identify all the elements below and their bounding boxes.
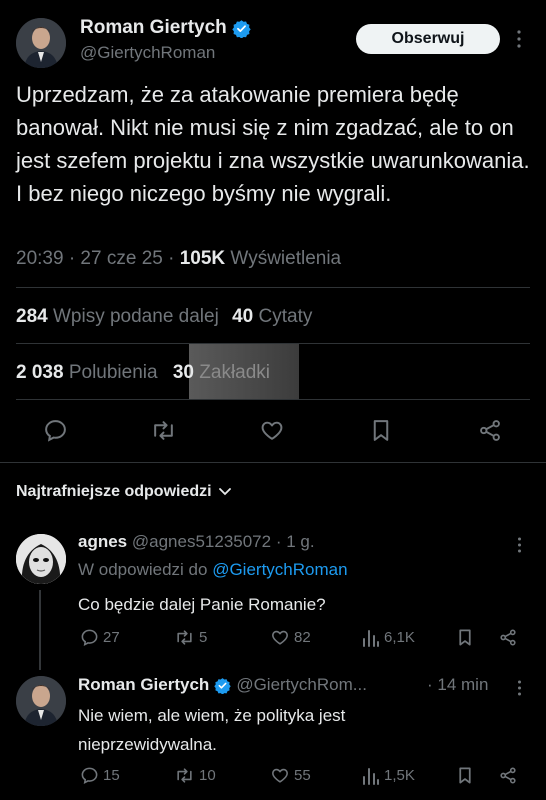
quotes-stat[interactable]: 40 Cytaty (232, 306, 312, 327)
more-options-icon[interactable] (516, 30, 522, 53)
author-handle[interactable]: @GiertychRoman (80, 43, 215, 63)
replies-sort-dropdown[interactable]: Najtrafniejsze odpowiedzi (16, 483, 231, 501)
reply-time[interactable]: · 14 min (427, 675, 488, 695)
reposts-count: 284 (16, 306, 48, 327)
reply-action[interactable]: 27 (80, 628, 120, 647)
divider (0, 462, 546, 463)
reply-text: Co będzie dalej Panie Romanie? (78, 595, 326, 614)
like-icon (272, 630, 288, 645)
reply-time[interactable]: · 1 g. (276, 532, 315, 551)
thread-line (39, 590, 41, 670)
reply-icon[interactable] (43, 418, 68, 448)
replies-sort-label: Najtrafniejsze odpowiedzi (16, 483, 212, 500)
follow-button[interactable]: Obserwuj (356, 24, 500, 54)
views-count: 105K (179, 248, 226, 269)
chevron-down-icon (218, 488, 231, 496)
repost-icon[interactable] (150, 418, 177, 448)
author-name[interactable]: Roman Giertych (80, 17, 227, 39)
quotes-count: 40 (232, 306, 254, 327)
quotes-label: Cytaty (258, 306, 313, 327)
like-count: 82 (294, 629, 311, 646)
author-name-row: Roman Giertych (80, 17, 251, 39)
more-options-icon[interactable] (517, 680, 522, 701)
reply-icon (81, 767, 98, 785)
share-icon[interactable] (498, 628, 518, 652)
views-label: Wyświetlenia (230, 248, 342, 269)
reposts-stat[interactable]: 284 Wpisy podane dalej (16, 306, 224, 327)
reposts-label: Wpisy podane dalej (52, 306, 219, 327)
share-icon[interactable] (498, 766, 518, 790)
repost-action[interactable]: 5 (174, 628, 207, 647)
repost-count: 5 (199, 629, 208, 646)
repost-icon (177, 768, 192, 783)
repost-count: 10 (199, 767, 216, 784)
like-count: 55 (294, 767, 311, 784)
reply-action[interactable]: 15 (80, 766, 120, 785)
reply-icon (81, 629, 98, 647)
likes-bookmarks-stats: 2 038 Polubienia 30 Zakładki (16, 362, 270, 384)
views-count: 6,1K (384, 629, 415, 646)
views-count: 1,5K (384, 767, 415, 784)
tweet-meta: 20:39 · 27 cze 25 · 105K Wyświetlenia (16, 248, 341, 270)
more-options-icon[interactable] (517, 537, 522, 558)
reply-avatar[interactable] (16, 534, 66, 584)
bookmark-icon[interactable] (370, 418, 392, 448)
likes-count: 2 038 (16, 362, 64, 383)
bookmark-icon[interactable] (457, 766, 473, 790)
bookmark-icon[interactable] (457, 628, 473, 652)
like-icon (272, 768, 288, 783)
reposts-quotes-stats: 284 Wpisy podane dalej 40 Cytaty (16, 306, 312, 328)
repost-icon (177, 630, 192, 645)
likes-label: Polubienia (68, 362, 158, 383)
verified-badge-icon (232, 19, 251, 38)
bookmarks-label: Zakładki (199, 362, 271, 383)
views-icon (363, 768, 379, 785)
views-action[interactable]: 1,5K (362, 766, 415, 785)
reply-author-name[interactable]: agnes (78, 532, 127, 551)
reply-author-handle[interactable]: @agnes51235072 (132, 532, 271, 551)
views-icon (363, 630, 379, 647)
like-action[interactable]: 82 (270, 628, 311, 647)
replying-to: W odpowiedzi do @GiertychRoman (78, 560, 348, 580)
reply-header: Roman Giertych @GiertychRom... (78, 675, 367, 695)
verified-badge-icon (214, 677, 232, 694)
tweet-time[interactable]: 20:39 · 27 cze 25 · (16, 248, 174, 269)
reply-count: 15 (103, 767, 120, 784)
divider (16, 287, 530, 288)
tweet-text: Uprzedzam, że za atakowanie premiera będ… (16, 82, 530, 206)
repost-action[interactable]: 10 (174, 766, 216, 785)
likes-stat[interactable]: 2 038 Polubienia (16, 362, 163, 383)
reply-avatar[interactable] (16, 676, 66, 726)
reply-header: agnes @agnes51235072 · 1 g. (78, 532, 315, 552)
bookmarks-stat[interactable]: 30 Zakładki (173, 362, 270, 383)
reply-count: 27 (103, 629, 120, 646)
author-avatar[interactable] (16, 18, 66, 68)
reply-text: Nie wiem, ale wiem, że polityka jest nie… (78, 706, 346, 754)
replying-to-handle[interactable]: @GiertychRoman (212, 560, 347, 579)
like-icon[interactable] (259, 418, 285, 448)
reply-author-handle[interactable]: @GiertychRom... (236, 675, 367, 695)
divider (16, 399, 530, 400)
reply-author-name[interactable]: Roman Giertych (78, 675, 209, 695)
bookmarks-count: 30 (172, 362, 194, 383)
replying-to-prefix: W odpowiedzi do (78, 560, 208, 579)
like-action[interactable]: 55 (270, 766, 311, 785)
views-action[interactable]: 6,1K (362, 628, 415, 647)
share-icon[interactable] (477, 418, 503, 448)
